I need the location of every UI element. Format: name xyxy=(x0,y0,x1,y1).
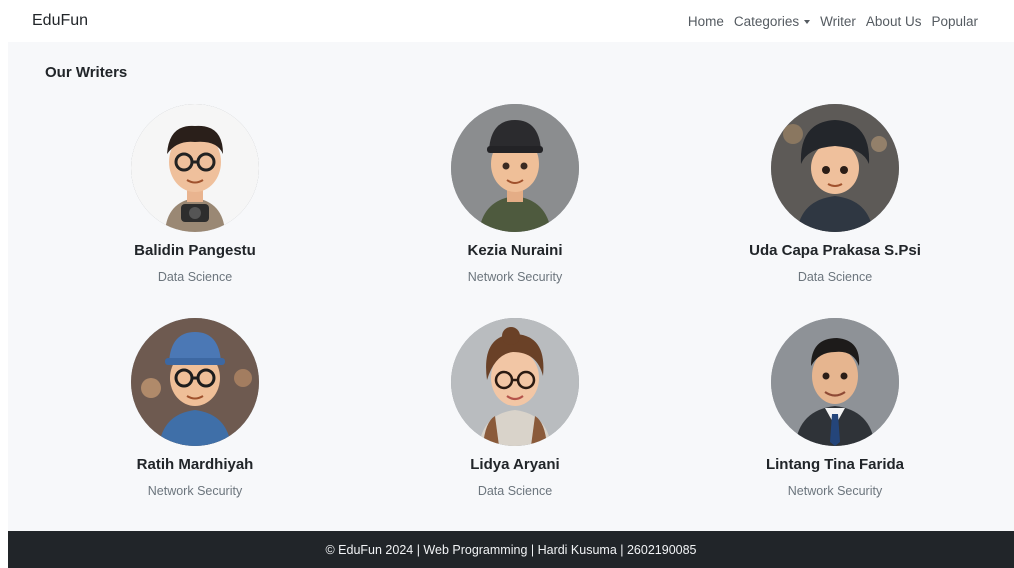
writer-category: Data Science xyxy=(157,270,233,284)
writer-category: Network Security xyxy=(147,484,243,498)
writer-card[interactable]: Balidin Pangestu Data Science xyxy=(35,104,355,308)
writer-category: Data Science xyxy=(477,484,553,498)
nav-about-us[interactable]: About Us xyxy=(866,14,922,29)
writer-avatar xyxy=(771,104,899,232)
writer-avatar xyxy=(771,318,899,446)
nav-home[interactable]: Home xyxy=(688,14,724,29)
writer-category: Data Science xyxy=(797,270,873,284)
writer-name[interactable]: Lidya Aryani xyxy=(470,456,559,473)
writer-card[interactable]: Lintang Tina Farida Network Security xyxy=(675,318,995,522)
writer-category: Network Security xyxy=(467,270,563,284)
main-content: Our Writers Balidin Pangestu Data Scienc… xyxy=(8,42,1014,531)
brand-logo[interactable]: EduFun xyxy=(32,12,88,30)
writer-category: Network Security xyxy=(787,484,883,498)
writer-avatar xyxy=(451,104,579,232)
navbar: EduFun Home Categories Writer About Us P… xyxy=(0,0,1014,42)
writer-card[interactable]: Uda Capa Prakasa S.Psi Data Science xyxy=(675,104,995,308)
writers-grid: Balidin Pangestu Data Science Kezia Nura… xyxy=(35,104,995,522)
writer-avatar xyxy=(131,104,259,232)
footer: © EduFun 2024 | Web Programming | Hardi … xyxy=(8,531,1014,568)
writer-name[interactable]: Balidin Pangestu xyxy=(134,242,256,259)
writer-avatar xyxy=(131,318,259,446)
nav-categories-label: Categories xyxy=(733,13,800,29)
nav-writer[interactable]: Writer xyxy=(820,14,856,29)
nav-categories-dropdown[interactable]: Categories xyxy=(733,13,811,29)
writer-name[interactable]: Lintang Tina Farida xyxy=(766,456,904,473)
writer-avatar xyxy=(451,318,579,446)
writer-name[interactable]: Uda Capa Prakasa S.Psi xyxy=(749,242,921,259)
nav-popular[interactable]: Popular xyxy=(931,14,978,29)
writer-name[interactable]: Ratih Mardhiyah xyxy=(137,456,254,473)
page-title: Our Writers xyxy=(45,64,128,81)
footer-copyright: © EduFun 2024 | Web Programming | Hardi … xyxy=(325,542,697,557)
nav-links: Home Categories Writer About Us Popular xyxy=(688,14,978,29)
writer-card[interactable]: Kezia Nuraini Network Security xyxy=(355,104,675,308)
writer-card[interactable]: Ratih Mardhiyah Network Security xyxy=(35,318,355,522)
writer-card[interactable]: Lidya Aryani Data Science xyxy=(355,318,675,522)
writer-name[interactable]: Kezia Nuraini xyxy=(467,242,562,259)
caret-down-icon xyxy=(804,19,811,24)
